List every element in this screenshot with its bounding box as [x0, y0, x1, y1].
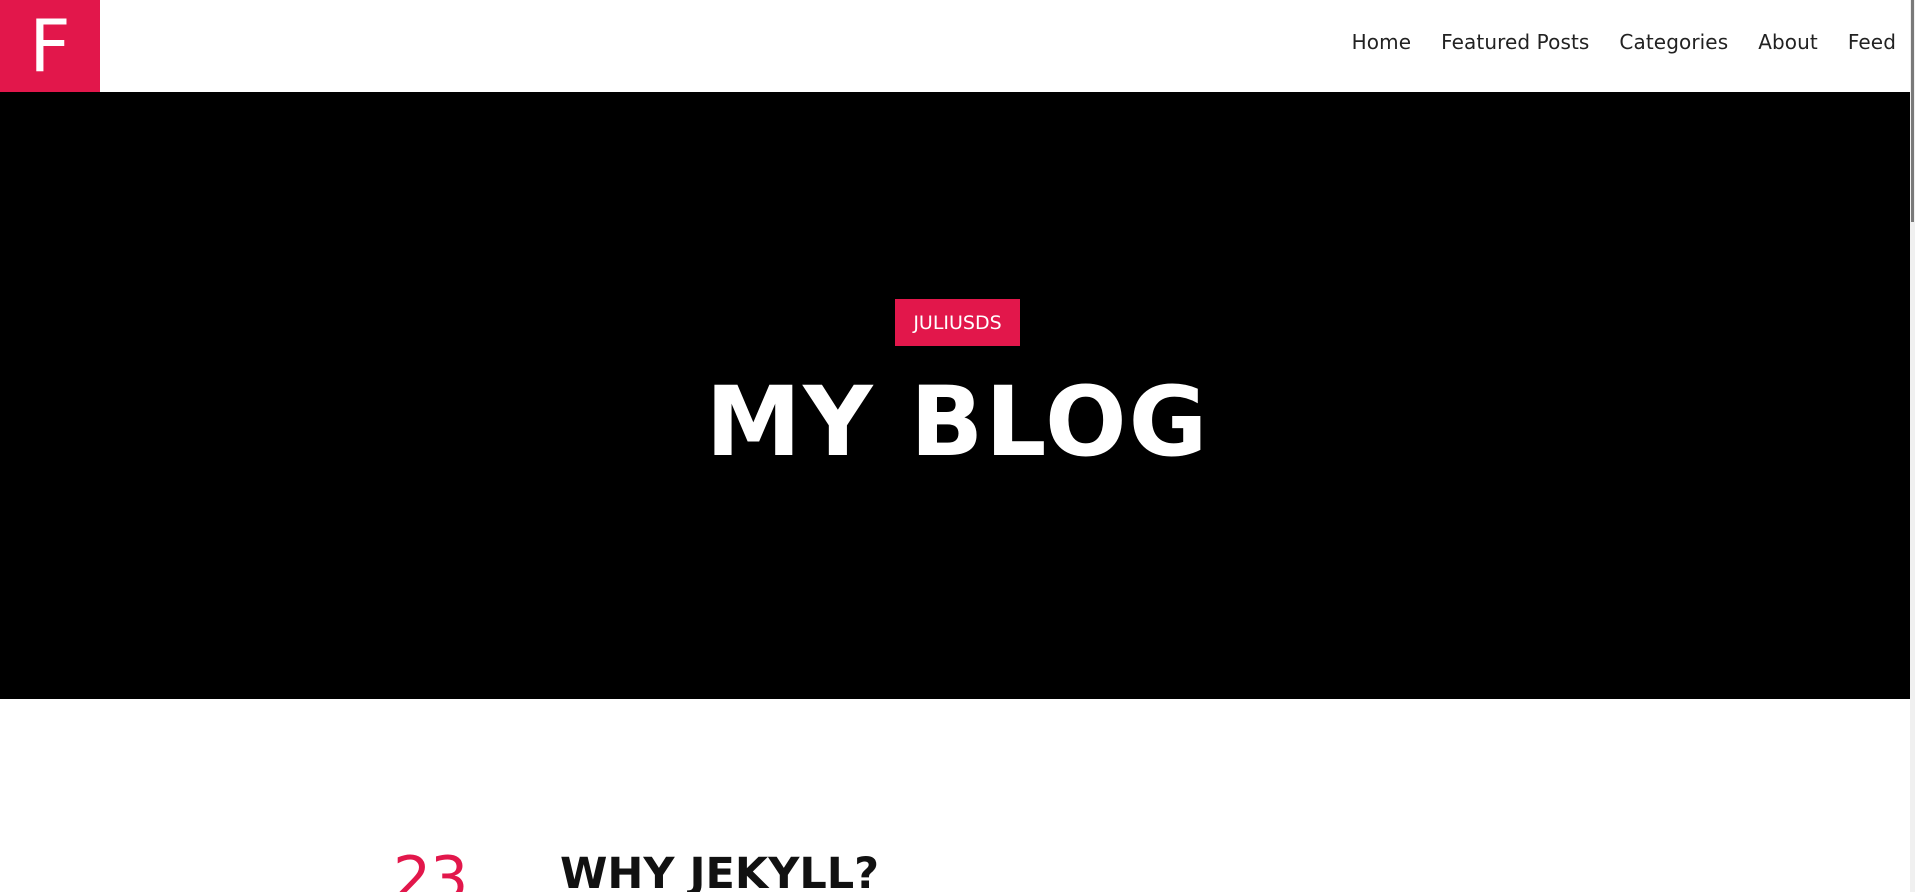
post-date-day: 23	[393, 844, 468, 892]
hero-title: MY BLOG	[705, 366, 1210, 478]
scrollbar-thumb[interactable]	[1911, 0, 1914, 222]
nav-home[interactable]: Home	[1352, 28, 1411, 56]
nav-about[interactable]: About	[1758, 28, 1818, 56]
page: F Home Featured Posts Categories About F…	[0, 0, 1915, 892]
nav-categories[interactable]: Categories	[1619, 28, 1728, 56]
nav-feed[interactable]: Feed	[1848, 28, 1896, 56]
site-header: F Home Featured Posts Categories About F…	[0, 0, 1915, 92]
site-logo[interactable]: F	[0, 0, 100, 92]
main-nav: Home Featured Posts Categories About Fee…	[1322, 28, 1896, 56]
author-tag[interactable]: JULIUSDS	[895, 299, 1020, 346]
hero-banner: JULIUSDS MY BLOG	[0, 92, 1915, 699]
nav-featured-posts[interactable]: Featured Posts	[1441, 28, 1589, 56]
page-scrollbar[interactable]	[1910, 0, 1915, 892]
post-title-link[interactable]: WHY JEKYLL?	[560, 846, 879, 892]
